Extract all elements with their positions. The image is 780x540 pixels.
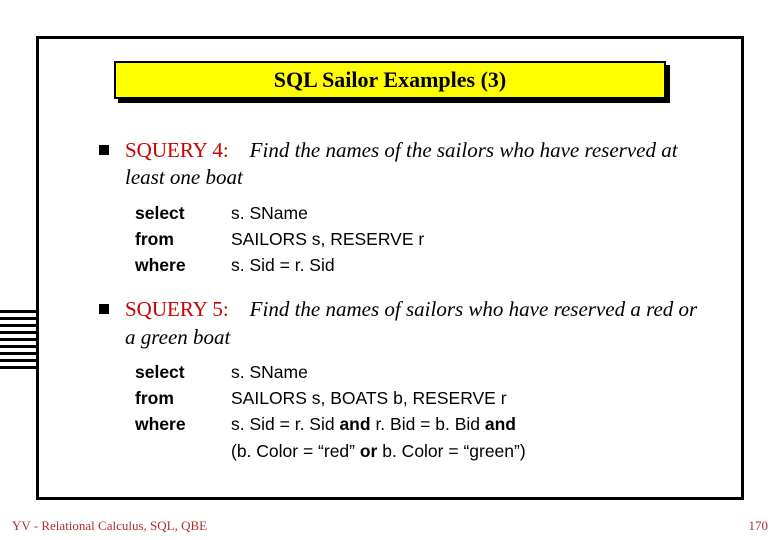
bullet-item: SQUERY 5: Find the names of sailors who …: [99, 296, 711, 351]
sql-from-row: from SAILORS s, RESERVE r: [135, 226, 711, 252]
title-container: SQL Sailor Examples (3): [114, 61, 666, 99]
sql-keyword: select: [135, 200, 231, 226]
bullet-text: SQUERY 5: Find the names of sailors who …: [125, 296, 711, 351]
sql-value: s. SName: [231, 200, 711, 226]
sql-value: (b. Color = “red” or b. Color = “green”): [231, 438, 711, 464]
sql-keyword-empty: [135, 438, 231, 464]
sql-text: s. Sid = r. Sid: [231, 414, 339, 434]
sql-from-row: from SAILORS s, BOATS b, RESERVE r: [135, 385, 711, 411]
sql-where-row: where s. Sid = r. Sid and r. Bid = b. Bi…: [135, 411, 711, 437]
query-label: SQUERY 4:: [125, 138, 229, 162]
sql-keyword: from: [135, 226, 231, 252]
footer: YV - Relational Calculus, SQL, QBE 170: [12, 518, 768, 534]
sql-where-row: where s. Sid = r. Sid: [135, 252, 711, 278]
bullet-text: SQUERY 4: Find the names of the sailors …: [125, 137, 711, 192]
sql-keyword-and: and: [339, 414, 370, 434]
footer-page-number: 170: [749, 518, 769, 534]
slide-frame: SQL Sailor Examples (3) SQUERY 4: Find t…: [36, 36, 744, 500]
decorative-stripes: [0, 310, 36, 373]
sql-keyword: from: [135, 385, 231, 411]
sql-keyword: where: [135, 411, 231, 437]
sql-keyword: where: [135, 252, 231, 278]
footer-left: YV - Relational Calculus, SQL, QBE: [12, 518, 207, 534]
sql-text: (b. Color = “red”: [231, 441, 360, 461]
sql-block: select s. SName from SAILORS s, RESERVE …: [135, 200, 711, 279]
bullet-item: SQUERY 4: Find the names of the sailors …: [99, 137, 711, 192]
sql-select-row: select s. SName: [135, 359, 711, 385]
sql-value: s. Sid = r. Sid and r. Bid = b. Bid and: [231, 411, 711, 437]
sql-keyword-and: and: [485, 414, 516, 434]
slide-body: SQUERY 4: Find the names of the sailors …: [99, 137, 711, 482]
sql-block: select s. SName from SAILORS s, BOATS b,…: [135, 359, 711, 464]
sql-value: SAILORS s, RESERVE r: [231, 226, 711, 252]
sql-value: SAILORS s, BOATS b, RESERVE r: [231, 385, 711, 411]
bullet-icon: [99, 145, 109, 155]
sql-keyword-or: or: [360, 441, 378, 461]
bullet-icon: [99, 304, 109, 314]
sql-select-row: select s. SName: [135, 200, 711, 226]
sql-text: r. Bid = b. Bid: [371, 414, 485, 434]
slide-title: SQL Sailor Examples (3): [114, 61, 666, 99]
sql-text: b. Color = “green”): [377, 441, 525, 461]
sql-value: s. SName: [231, 359, 711, 385]
sql-value: s. Sid = r. Sid: [231, 252, 711, 278]
query-label: SQUERY 5:: [125, 297, 229, 321]
sql-keyword: select: [135, 359, 231, 385]
sql-where-cont-row: (b. Color = “red” or b. Color = “green”): [135, 438, 711, 464]
